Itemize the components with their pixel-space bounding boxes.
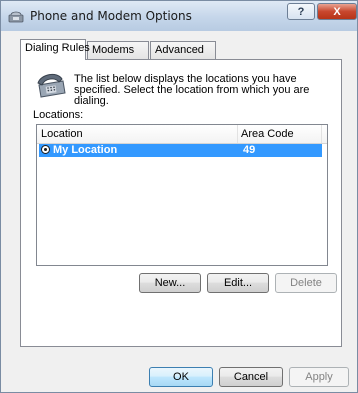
new-button[interactable]: New... (139, 273, 201, 293)
apply-button[interactable]: Apply (289, 367, 349, 387)
ok-button[interactable]: OK (149, 367, 213, 387)
locations-list[interactable]: Location Area Code My Location 49 (36, 124, 328, 266)
tab-dialing-rules[interactable]: Dialing Rules (20, 39, 90, 60)
cancel-button[interactable]: Cancel (219, 367, 283, 387)
locations-label: Locations: (33, 109, 84, 121)
list-item[interactable]: My Location 49 (39, 144, 322, 157)
column-header-area-code[interactable]: Area Code (241, 128, 294, 140)
telephone-icon (37, 73, 66, 98)
help-button[interactable]: ? (287, 3, 315, 20)
close-button[interactable]: X (317, 3, 357, 20)
tab-modems[interactable]: Modems (87, 41, 149, 59)
title-bar[interactable]: Phone and Modem Options ? X (1, 1, 357, 31)
dialing-rules-panel: The list below displays the locations yo… (20, 59, 342, 347)
column-divider[interactable] (237, 125, 238, 143)
dialog-window: Phone and Modem Options ? X Dialing Rule… (0, 0, 358, 393)
selected-location-radio-icon[interactable] (41, 145, 50, 154)
window-title: Phone and Modem Options (30, 9, 192, 23)
column-header-location[interactable]: Location (41, 128, 83, 140)
location-area-code: 49 (243, 144, 256, 156)
delete-button[interactable]: Delete (275, 273, 337, 293)
description-text: The list below displays the locations yo… (74, 73, 310, 107)
phone-modem-icon (8, 11, 24, 23)
tab-advanced[interactable]: Advanced (150, 41, 216, 59)
close-icon: X (333, 5, 341, 18)
edit-button[interactable]: Edit... (207, 273, 269, 293)
list-header: Location Area Code (37, 125, 327, 144)
location-name: My Location (53, 144, 118, 156)
help-icon: ? (297, 5, 305, 18)
column-divider[interactable] (321, 125, 322, 143)
